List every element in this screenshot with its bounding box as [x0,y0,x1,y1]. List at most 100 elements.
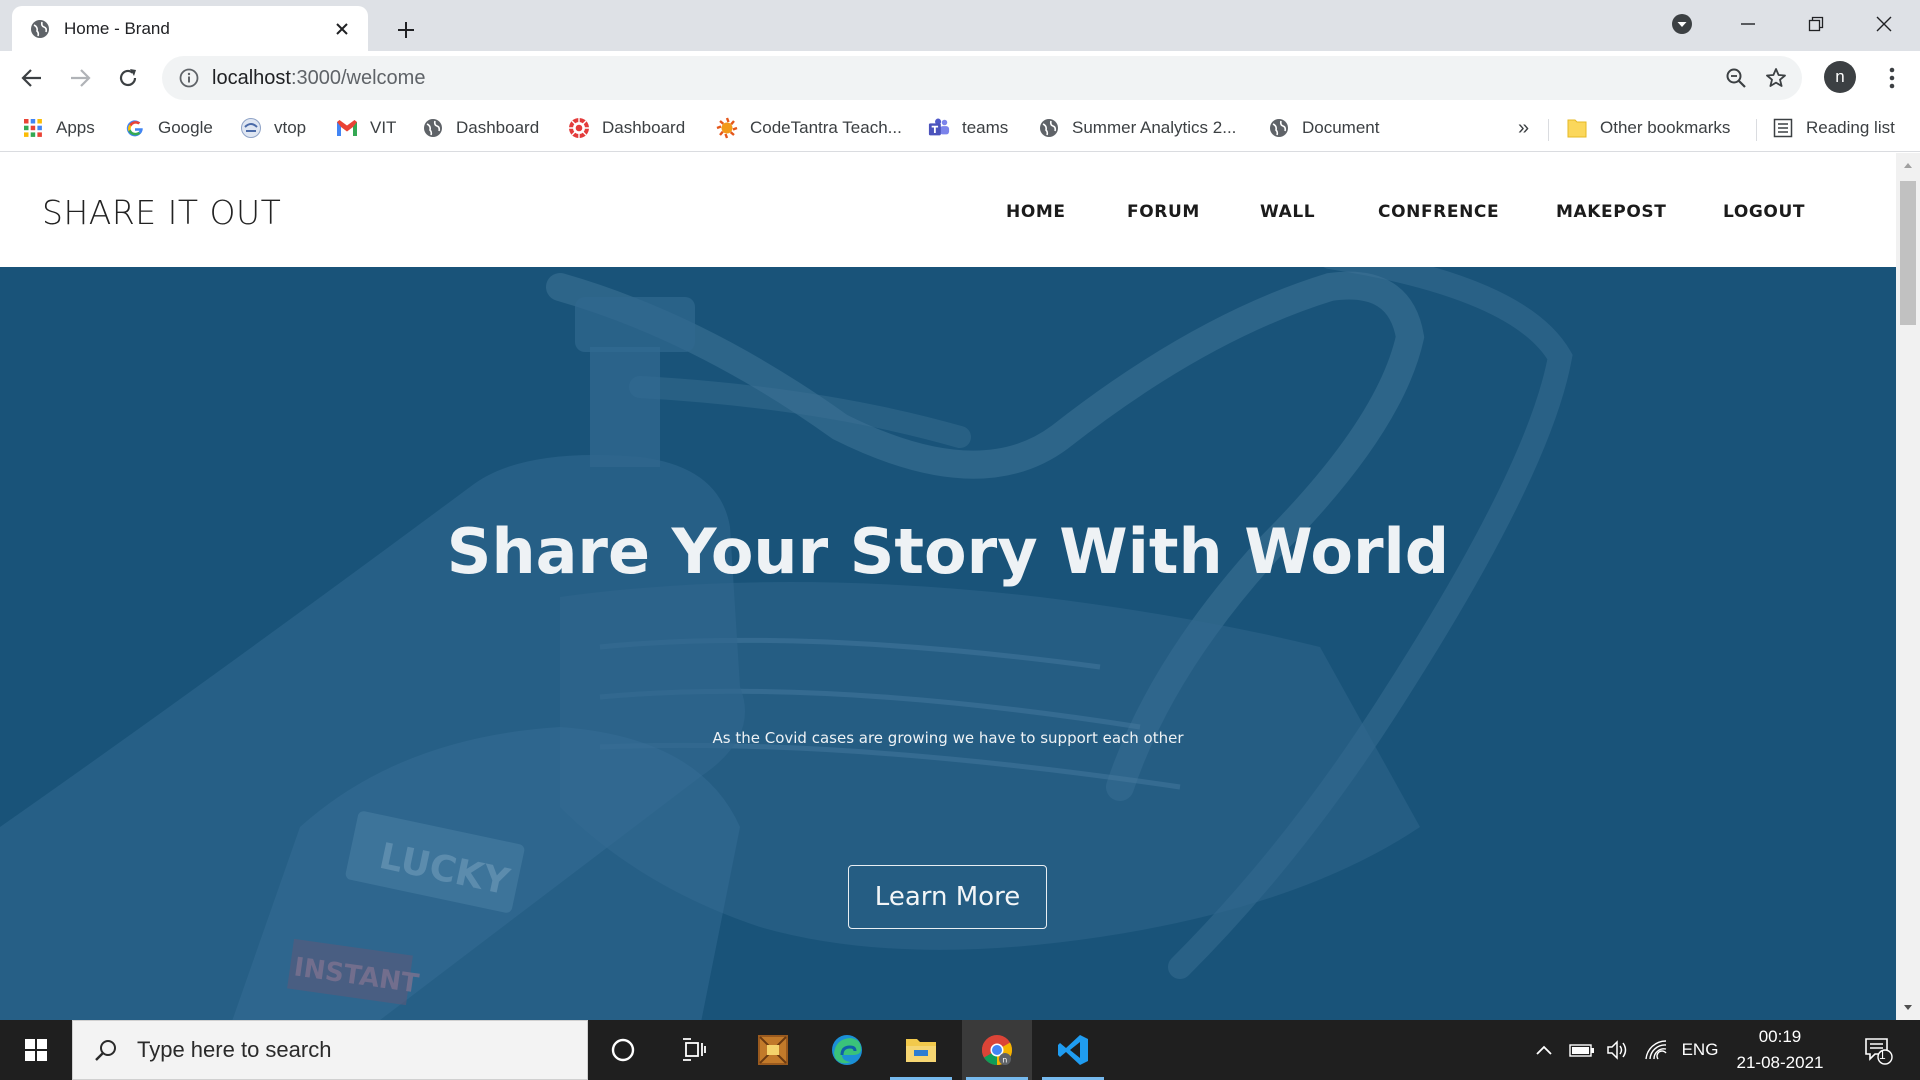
close-tab-icon[interactable] [330,17,354,41]
bookmark-apps[interactable]: Apps [22,113,95,143]
url-text[interactable]: localhost:3000/welcome [212,67,1716,90]
clock-time: 00:19 [1758,1027,1802,1046]
dosbox-icon [758,1035,788,1065]
edge-icon [832,1035,862,1065]
task-view-button[interactable] [660,1020,730,1080]
teams-icon [928,117,950,139]
taskbar-clock[interactable]: 00:19 21-08-2021 [1726,1020,1834,1080]
page-viewport: SHARE IT OUT HOME FORUM WALL CONFRENCE M… [0,153,1896,1020]
new-tab-button[interactable] [388,12,424,48]
bookmark-label: Dashboard [602,118,686,137]
bookmarks-bar: Apps Google vtop VIT Dashboard Dashboard [0,105,1920,152]
learn-more-button[interactable]: Learn More [848,865,1047,929]
bookmark-label: Apps [56,118,95,137]
restore-button[interactable] [1788,6,1844,42]
browser-menu-icon[interactable] [1874,59,1910,97]
other-bookmarks[interactable]: Other bookmarks [1566,113,1730,143]
bookmark-dashboard-2[interactable]: Dashboard [568,113,685,143]
vtop-icon [240,117,262,139]
bookmarks-overflow-button[interactable]: » [1518,113,1529,143]
bookmark-vtop[interactable]: vtop [240,113,306,143]
globe-icon [422,117,444,139]
taskbar-app-dosbox[interactable] [738,1020,808,1080]
scroll-thumb[interactable] [1900,181,1916,325]
taskbar-app-chrome[interactable]: n [962,1020,1032,1080]
taskbar-app-edge[interactable] [812,1020,882,1080]
reading-list-icon [1772,117,1794,139]
language-indicator[interactable]: ENG [1676,1020,1724,1080]
nav-link-logout[interactable]: LOGOUT [1723,202,1805,222]
bookmark-summer-analytics[interactable]: Summer Analytics 2... [1038,113,1236,143]
back-button[interactable] [13,59,51,97]
nav-link-wall[interactable]: WALL [1260,202,1315,222]
vscode-icon [1058,1035,1088,1065]
bookmark-vit[interactable]: VIT [336,113,396,143]
start-button[interactable] [0,1020,72,1080]
nav-link-home[interactable]: HOME [1006,202,1066,222]
notification-center-button[interactable]: 1 [1852,1020,1904,1080]
close-window-button[interactable] [1856,6,1912,42]
nav-link-forum[interactable]: FORUM [1127,202,1200,222]
page-scrollbar[interactable] [1896,153,1920,1020]
network-tray[interactable] [1640,1020,1672,1080]
reading-list-label: Reading list [1806,118,1895,137]
battery-tray[interactable] [1566,1020,1598,1080]
scroll-down-icon[interactable] [1896,1000,1920,1016]
codetantra-icon [716,117,738,139]
google-icon [124,117,146,139]
reading-list[interactable]: Reading list [1772,113,1895,143]
site-info-icon[interactable] [178,67,200,89]
profile-avatar[interactable]: n [1824,61,1856,93]
globe-icon [30,19,50,39]
wifi-icon [1645,1040,1667,1060]
clock-date: 21-08-2021 [1736,1053,1824,1072]
site-navbar: SHARE IT OUT HOME FORUM WALL CONFRENCE M… [0,153,1896,267]
taskbar-app-vscode[interactable] [1038,1020,1108,1080]
zoom-icon[interactable] [1716,58,1756,98]
volume-tray[interactable] [1602,1020,1634,1080]
bookmark-separator [1756,119,1757,141]
folder-icon [1566,117,1588,139]
file-explorer-icon [906,1039,936,1062]
bookmark-dashboard-1[interactable]: Dashboard [422,113,539,143]
url-path: :3000/welcome [290,66,426,89]
taskbar-app-file-explorer[interactable] [886,1020,956,1080]
bookmark-label: CodeTantra Teach... [750,118,902,137]
bookmark-document[interactable]: Document [1268,113,1379,143]
browser-toolbar: localhost:3000/welcome n [0,51,1920,105]
minimize-button[interactable] [1720,6,1776,42]
search-icon [91,1035,121,1065]
bookmark-label: Summer Analytics 2... [1072,118,1237,137]
globe-icon [1038,117,1060,139]
site-brand[interactable]: SHARE IT OUT [42,193,281,232]
show-hidden-icons-button[interactable] [1530,1020,1558,1080]
browser-tab-home[interactable]: Home - Brand [12,6,368,51]
bookmark-star-icon[interactable] [1756,58,1796,98]
bookmark-teams[interactable]: teams [928,113,1008,143]
bookmark-label: teams [962,118,1009,137]
url-host: localhost [212,66,291,89]
globe-icon [1268,117,1290,139]
forward-button[interactable] [61,59,99,97]
bookmark-label: vtop [274,118,307,137]
taskbar-search-box[interactable]: Type here to search [72,1020,588,1080]
cortana-button[interactable] [588,1020,658,1080]
reload-button[interactable] [109,59,147,97]
nav-link-confrence[interactable]: CONFRENCE [1378,202,1499,222]
notification-icon [1865,1038,1893,1065]
chevron-up-icon [1536,1045,1552,1055]
svg-text:n: n [1002,1056,1007,1065]
other-bookmarks-label: Other bookmarks [1600,118,1731,137]
scroll-up-icon[interactable] [1896,157,1920,173]
tab-search-button[interactable] [1654,6,1710,42]
speaker-icon [1607,1040,1627,1060]
hero-subtitle: As the Covid cases are growing we have t… [712,729,1184,747]
bookmark-codetantra[interactable]: CodeTantra Teach... [716,113,902,143]
battery-icon [1569,1044,1594,1057]
bookmark-google[interactable]: Google [124,113,213,143]
windows-taskbar: Type here to search n ENG 00:19 21-08-20… [0,1020,1920,1080]
taskbar-search-placeholder: Type here to search [137,1037,332,1062]
nav-link-makepost[interactable]: MAKEPOST [1556,202,1666,222]
address-bar[interactable]: localhost:3000/welcome [162,56,1802,100]
windows-logo-icon [25,1039,47,1061]
